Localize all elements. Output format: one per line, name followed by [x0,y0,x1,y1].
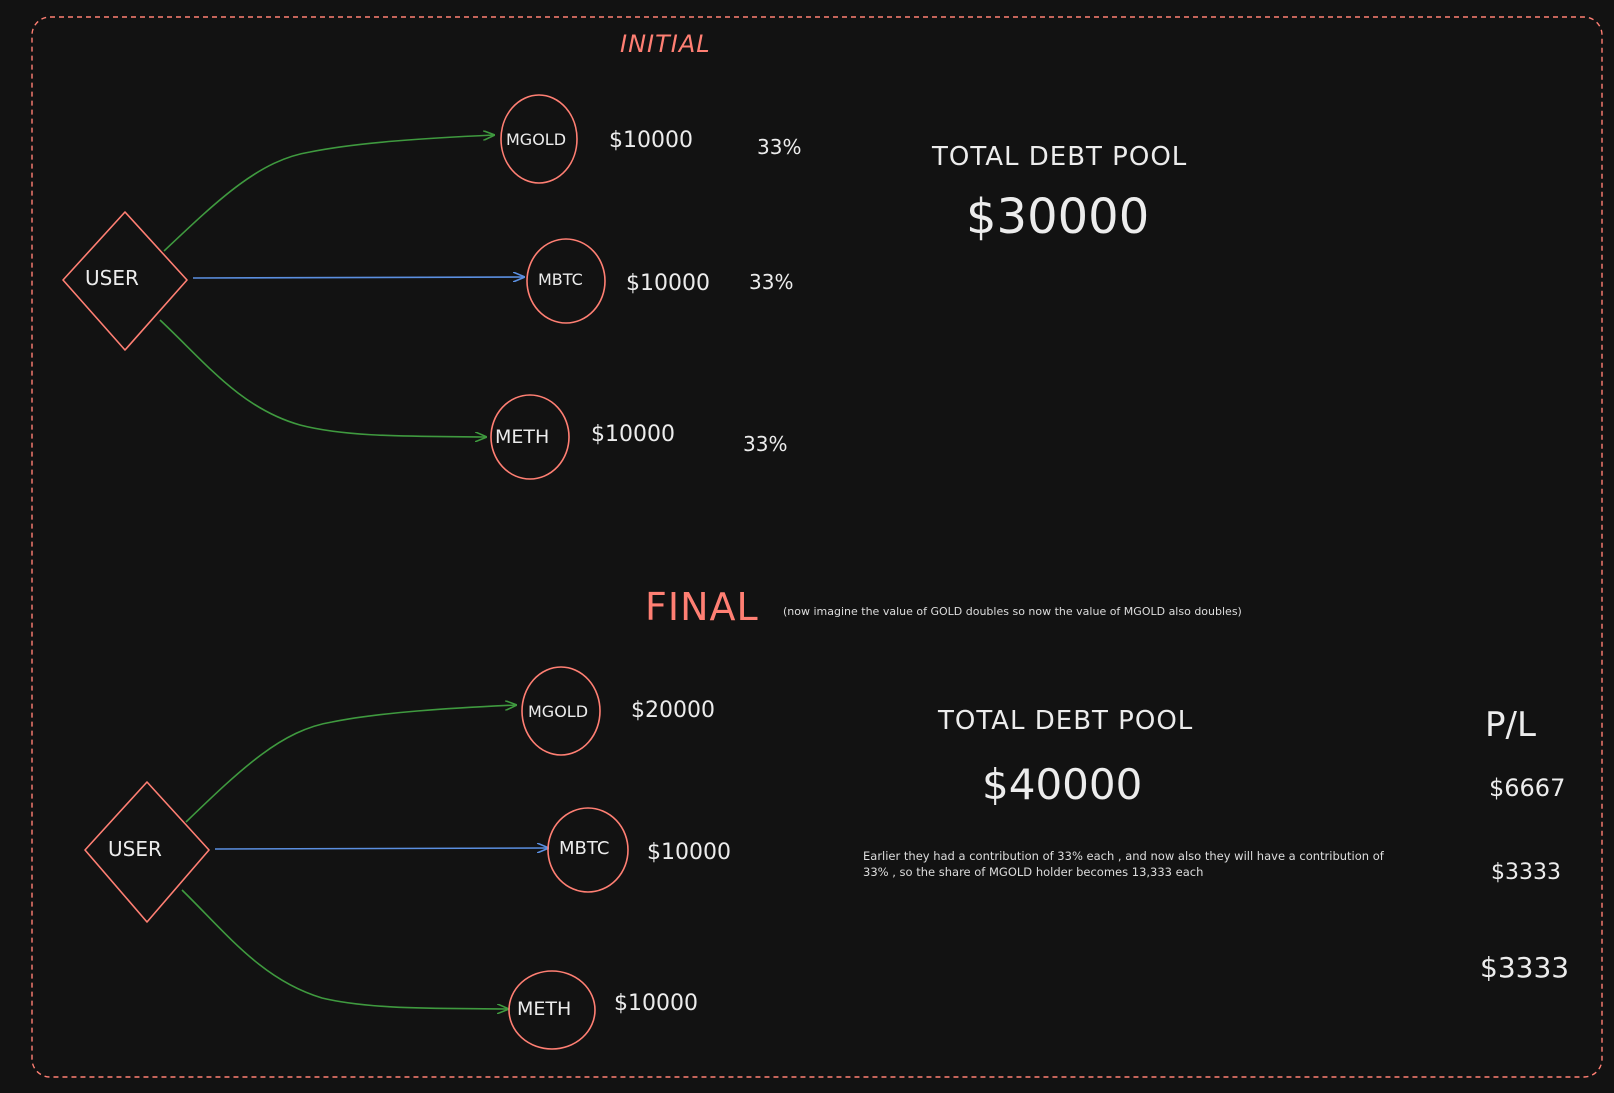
meth-label-final: METH [517,998,572,1020]
mbtc-value-initial: $10000 [626,271,710,296]
arrow-user-to-mbtc-initial [192,277,524,278]
meth-value-initial: $10000 [591,422,675,447]
debt-pool-label-final: TOTAL DEBT POOL [938,706,1194,736]
debt-pool-value-final: $40000 [982,760,1143,809]
debt-pool-value-initial: $30000 [966,189,1150,245]
arrow-user-to-meth-initial [159,319,486,437]
explanation-line-1: Earlier they had a contribution of 33% e… [863,849,1384,863]
mgold-value-final: $20000 [631,698,715,723]
pl-label: P/L [1485,705,1536,745]
final-note: (now imagine the value of GOLD doubles s… [783,605,1242,618]
mbtc-pct-initial: 33% [749,270,794,294]
mbtc-value-final: $10000 [647,840,731,865]
meth-value-final: $10000 [614,991,698,1016]
frame-border [31,16,1603,1078]
mgold-label-final: MGOLD [528,702,589,721]
arrow-user-to-mgold-final [185,705,516,823]
arrow-user-to-mbtc-final [214,848,548,849]
mgold-value-initial: $10000 [609,128,693,153]
mgold-label-initial: MGOLD [506,130,567,149]
user-label-final: USER [108,837,162,861]
meth-label-initial: METH [495,426,550,448]
pl-value-mgold: $6667 [1489,774,1566,802]
diagram-drawing [31,16,1603,1078]
section-title-final: FINAL [645,585,759,629]
debt-pool-label-initial: TOTAL DEBT POOL [932,142,1188,172]
mbtc-label-final: MBTC [559,838,610,859]
mgold-pct-initial: 33% [757,135,802,159]
arrow-user-to-mgold-initial [163,135,494,252]
canvas: INITIAL USER MGOLD MBTC METH $10000 $100… [0,0,1614,1093]
explanation-line-2: 33% , so the share of MGOLD holder becom… [863,865,1204,879]
section-title-initial: INITIAL [620,30,711,58]
arrow-user-to-meth-final [181,889,508,1009]
user-label-initial: USER [85,266,139,290]
pl-value-meth: $3333 [1480,951,1570,984]
meth-pct-initial: 33% [743,432,788,456]
mbtc-label-initial: MBTC [538,270,583,289]
pl-value-mbtc: $3333 [1491,860,1561,885]
